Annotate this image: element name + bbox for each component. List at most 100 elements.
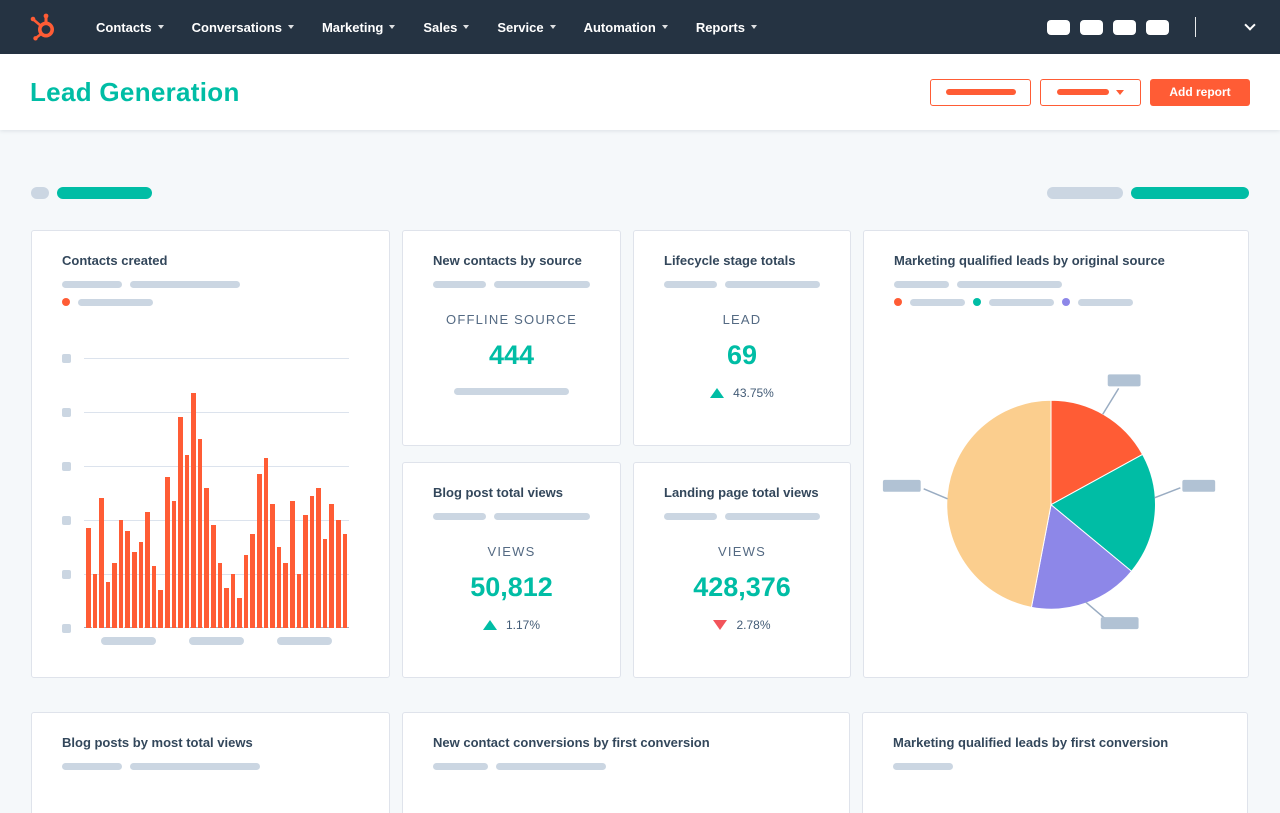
add-report-button[interactable]: Add report <box>1150 78 1250 106</box>
axis-label-placeholder <box>277 637 333 645</box>
card-title: Contacts created <box>62 253 168 268</box>
top-navigation: Contacts Conversations Marketing Sales S… <box>0 0 1280 54</box>
toolbar-icon-placeholder-3[interactable] <box>1113 19 1136 35</box>
metric-value: 444 <box>488 340 535 370</box>
legend-placeholder <box>893 763 953 770</box>
chevron-down-icon <box>157 25 164 29</box>
card-title: Lifecycle stage totals <box>664 253 796 268</box>
filter-placeholder-small[interactable] <box>31 187 49 199</box>
bar <box>263 457 269 628</box>
bar <box>105 582 111 628</box>
card-blog-post-total-views: Blog post total views VIEWS 50,812 1.17% <box>402 462 621 678</box>
bar-chart-plot-area <box>84 358 349 628</box>
card-landing-page-total-views: Landing page total views VIEWS 428,376 2… <box>633 462 851 678</box>
pie-callout-bottom <box>1100 617 1139 630</box>
legend-placeholder <box>493 281 590 288</box>
bar <box>151 565 157 628</box>
bar <box>283 563 288 628</box>
bar <box>335 520 341 628</box>
delta-value: 2.78% <box>736 618 771 632</box>
bar <box>270 503 275 628</box>
filter-placeholder-teal-right[interactable] <box>1131 187 1249 199</box>
metric-value: 428,376 <box>693 572 791 602</box>
axis-tick-placeholder <box>62 354 71 363</box>
card-new-contacts-by-source: New contacts by source OFFLINE SOURCE 44… <box>402 230 621 446</box>
bar <box>230 574 236 628</box>
chevron-down-icon <box>463 25 470 29</box>
nav-item-service[interactable]: Service <box>485 14 567 41</box>
legend-placeholder <box>894 281 949 288</box>
dashboard-filter-row <box>31 187 1249 199</box>
axis-tick-placeholder <box>62 462 71 471</box>
nav-item-reports[interactable]: Reports <box>684 14 769 41</box>
pie-slice-2 <box>1050 453 1156 572</box>
legend-placeholder <box>910 298 965 306</box>
nav-item-conversations[interactable]: Conversations <box>180 14 306 41</box>
legend-placeholder <box>989 298 1054 306</box>
legend-row <box>433 763 819 770</box>
chevron-down-icon <box>389 25 396 29</box>
page-header: Lead Generation Add report <box>0 54 1280 130</box>
bar <box>112 563 117 628</box>
card-contacts-created: Contacts created <box>31 230 390 678</box>
filter-placeholder-teal-left[interactable] <box>57 187 152 199</box>
metric-delta: 43.75% <box>710 386 774 400</box>
bar <box>132 552 137 628</box>
bar <box>329 503 334 628</box>
legend-placeholder <box>496 763 606 770</box>
bar <box>250 533 256 628</box>
legend-placeholder <box>78 298 153 306</box>
bar <box>158 590 163 628</box>
bar <box>217 563 223 628</box>
legend-dot-orange <box>894 298 902 306</box>
bar <box>224 587 229 628</box>
card-mql-by-original-source: Marketing qualified leads by original so… <box>863 230 1249 678</box>
bar <box>342 533 348 628</box>
toolbar-icon-placeholder-1[interactable] <box>1047 19 1070 35</box>
nav-item-sales[interactable]: Sales <box>411 14 481 41</box>
nav-item-label: Contacts <box>96 19 152 35</box>
bar <box>171 501 177 628</box>
legend-placeholder <box>493 513 590 520</box>
report-grid-bottom: Blog posts by most total views New conta… <box>31 712 1249 813</box>
callout-line <box>923 488 948 500</box>
dashboard-action-dropdown[interactable] <box>1040 78 1141 106</box>
toolbar-icon-placeholder-2[interactable] <box>1080 19 1103 35</box>
dropdown-caret-icon <box>1116 89 1124 95</box>
nav-item-contacts[interactable]: Contacts <box>84 14 176 41</box>
bar <box>309 495 315 628</box>
pie-slice-4 <box>946 399 1052 608</box>
metric-block: VIEWS 50,812 1.17% <box>433 520 590 632</box>
filter-placeholder-gray-right[interactable] <box>1047 187 1123 199</box>
legend-dot-purple <box>1062 298 1070 306</box>
button-label-placeholder <box>1057 89 1109 95</box>
dashboard-action-button-1[interactable] <box>930 78 1031 106</box>
card-title: Landing page total views <box>664 485 819 500</box>
contacts-created-chart <box>62 354 359 633</box>
nav-item-label: Conversations <box>191 19 282 35</box>
toolbar-icon-placeholder-4[interactable] <box>1146 19 1169 35</box>
legend-dot-orange <box>62 298 70 306</box>
bar <box>316 487 321 628</box>
report-grid: Contacts created New contacts by source … <box>31 230 1249 678</box>
axis-label-placeholder <box>100 637 156 645</box>
hubspot-logo[interactable] <box>28 12 58 42</box>
bar <box>99 498 104 628</box>
legend-row <box>893 763 1217 770</box>
pie-slice-1 <box>1050 399 1144 506</box>
legend-placeholder <box>957 281 1062 288</box>
legend-row <box>894 298 1218 306</box>
bar <box>125 530 131 628</box>
nav-item-marketing[interactable]: Marketing <box>310 14 407 41</box>
nav-item-automation[interactable]: Automation <box>572 14 680 41</box>
metric-delta: 2.78% <box>713 618 771 632</box>
account-chevron-down-icon[interactable] <box>1244 19 1256 31</box>
bar <box>118 520 124 628</box>
bar <box>197 439 203 628</box>
delta-value: 43.75% <box>733 386 774 400</box>
card-lifecycle-stage-totals: Lifecycle stage totals LEAD 69 43.75% <box>633 230 851 446</box>
card-mql-by-first-conversion: Marketing qualified leads by first conve… <box>862 712 1248 813</box>
delta-triangle-icon <box>713 620 728 630</box>
bar <box>184 455 190 628</box>
card-new-contact-conversions: New contact conversions by first convers… <box>402 712 850 813</box>
